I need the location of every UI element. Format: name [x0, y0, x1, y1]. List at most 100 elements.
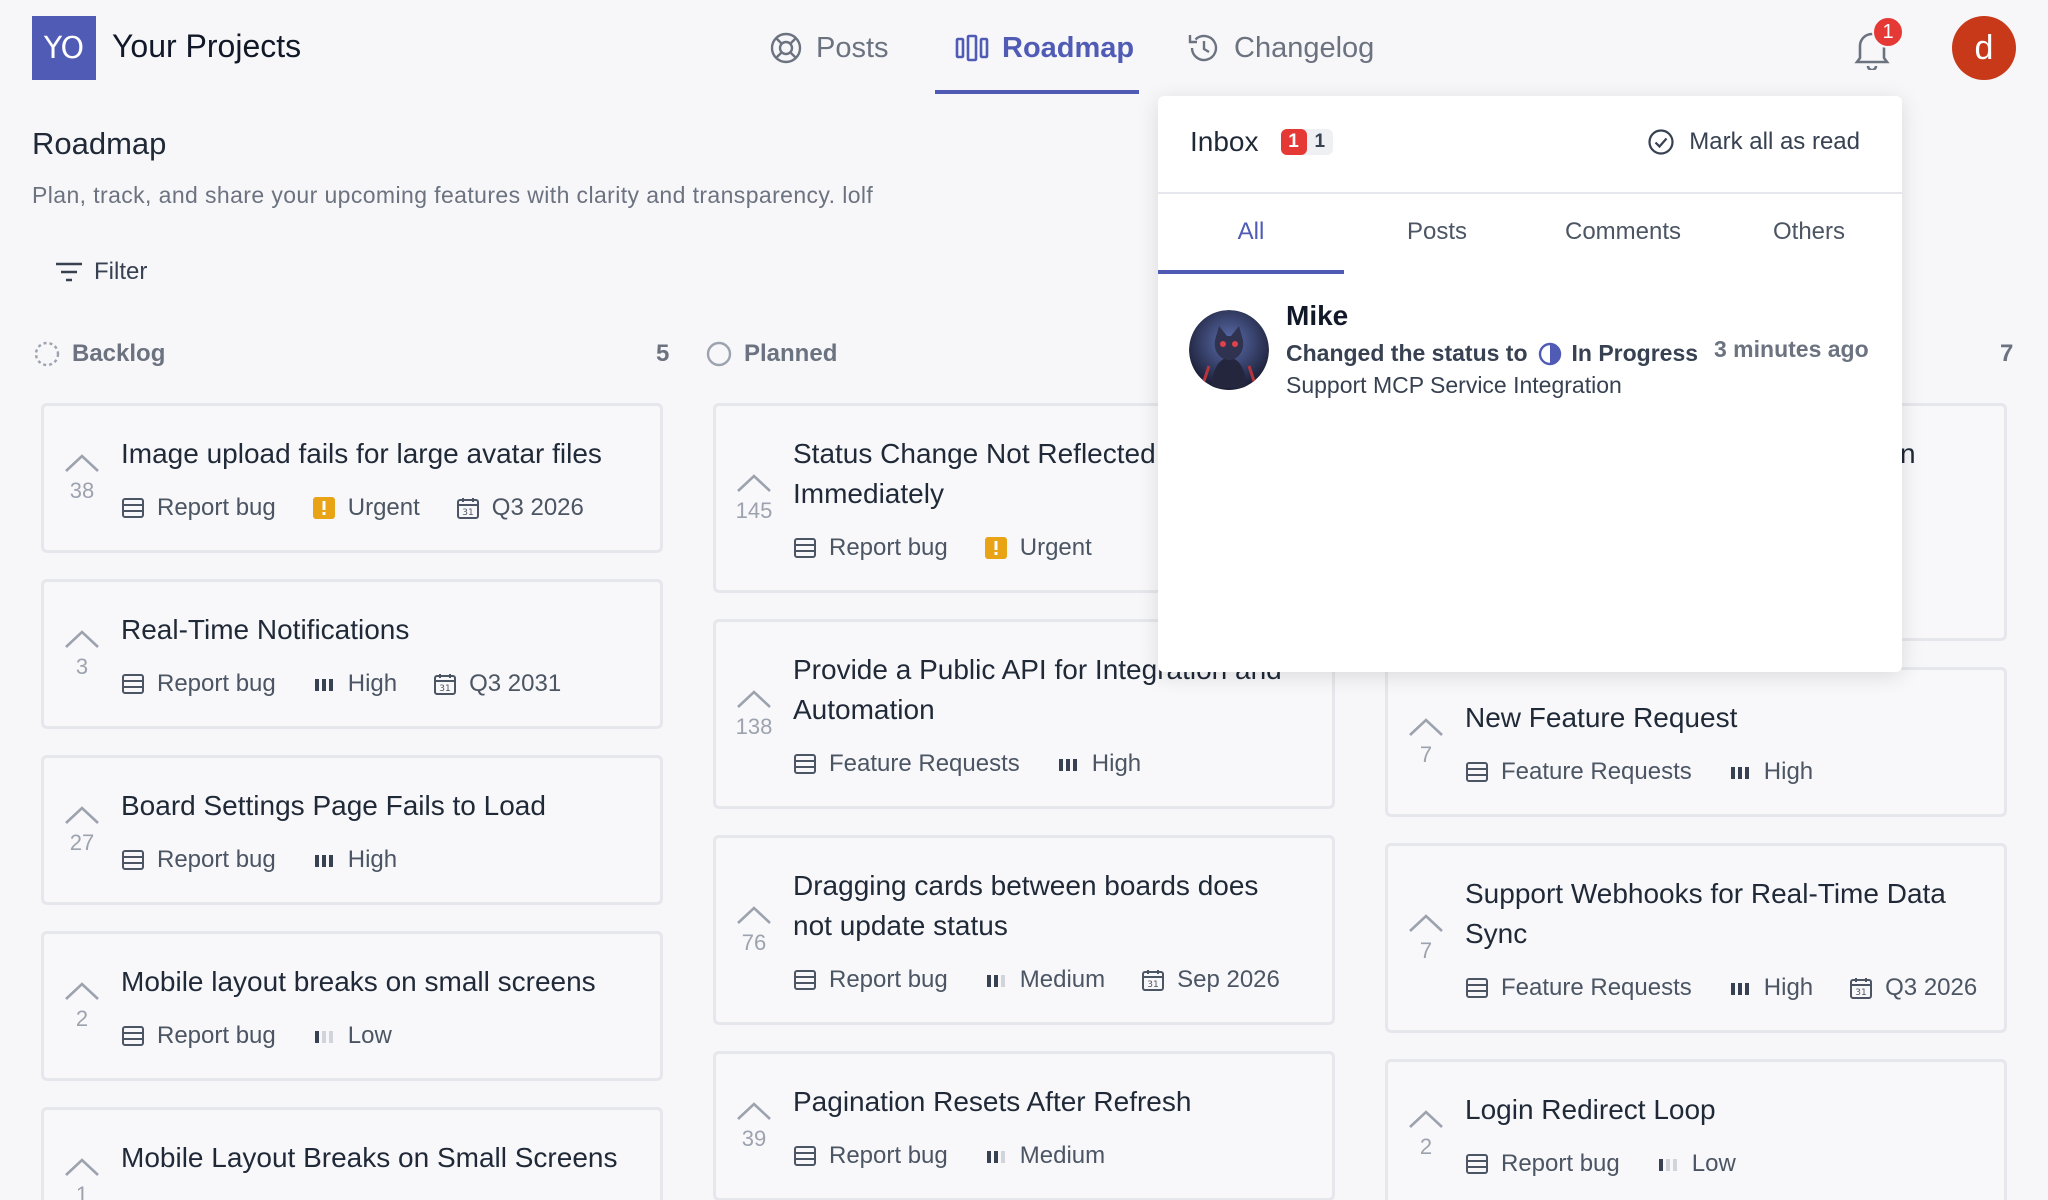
page-title: Roadmap — [32, 126, 167, 161]
board-icon — [122, 498, 144, 518]
board-icon — [122, 1026, 144, 1046]
roadmap-card[interactable]: 2 Mobile layout breaks on small screens … — [41, 931, 663, 1081]
card-priority: High — [1728, 974, 1813, 1002]
card-title: Real-Time Notifications — [121, 614, 410, 645]
roadmap-card[interactable]: 27 Board Settings Page Fails to Load Rep… — [41, 755, 663, 905]
upvote-button[interactable]: 1 — [62, 1156, 102, 1200]
card-priority: High — [1056, 750, 1141, 778]
upvote-button[interactable]: 2 — [62, 980, 102, 1032]
roadmap-card[interactable]: 76 Dragging cards between boards does no… — [713, 835, 1335, 1025]
card-category: Report bug — [121, 670, 276, 698]
inbox-tab-comments[interactable]: Comments — [1530, 218, 1716, 246]
check-circle-icon — [1648, 129, 1674, 155]
vote-count: 1 — [75, 1182, 89, 1200]
vote-count: 39 — [741, 1126, 767, 1151]
chevron-up-icon — [737, 690, 771, 708]
chevron-up-icon — [65, 454, 99, 472]
upvote-button[interactable]: 76 — [734, 904, 774, 956]
column-header-planned: Planned — [706, 338, 837, 370]
column-header-backlog: Backlog — [34, 338, 165, 370]
chevron-up-icon — [65, 1158, 99, 1176]
roadmap-card[interactable]: 7 New Feature Request Feature Requests H… — [1385, 667, 2007, 817]
notification-avatar[interactable] — [1189, 310, 1269, 390]
dashed-circle-icon — [34, 341, 60, 367]
upvote-button[interactable]: 39 — [734, 1100, 774, 1152]
filter-icon — [56, 262, 82, 282]
vote-count: 7 — [1419, 938, 1433, 963]
card-category: Report bug — [793, 966, 948, 994]
upvote-button[interactable]: 7 — [1406, 912, 1446, 964]
card-category: Report bug — [121, 494, 276, 522]
board-icon — [1466, 978, 1488, 998]
card-title: Image upload fails for large avatar file… — [121, 438, 602, 469]
upvote-button[interactable]: 3 — [62, 628, 102, 680]
card-title: Board Settings Page Fails to Load — [121, 790, 546, 821]
inbox-title: Inbox — [1190, 126, 1259, 157]
upvote-button[interactable]: 2 — [1406, 1108, 1446, 1160]
upvote-button[interactable]: 138 — [734, 688, 774, 740]
roadmap-card[interactable]: 1 Mobile Layout Breaks on Small Screens — [41, 1107, 663, 1200]
notification-target[interactable]: Support MCP Service Integration — [1286, 372, 1622, 399]
chevron-up-icon — [65, 806, 99, 824]
vote-count: 38 — [69, 478, 95, 503]
nav-label: Changelog — [1234, 31, 1375, 64]
project-name[interactable]: Your Projects — [112, 28, 301, 65]
card-priority: High — [1728, 758, 1813, 786]
priority-high-icon — [314, 855, 333, 867]
card-category: Report bug — [121, 846, 276, 874]
inbox-tab-all[interactable]: All — [1158, 218, 1344, 246]
calendar-icon: 31 — [1850, 978, 1873, 999]
column-title: Planned — [744, 340, 838, 367]
board-icon — [122, 674, 144, 694]
filter-label: Filter — [94, 258, 148, 285]
nav-posts[interactable]: Posts — [768, 0, 889, 96]
roadmap-card[interactable]: 2 Login Redirect Loop Report bug Low — [1385, 1059, 2007, 1200]
roadmap-card[interactable]: 39 Pagination Resets After Refresh Repor… — [713, 1051, 1335, 1200]
chevron-up-icon — [737, 1102, 771, 1120]
board-icon — [794, 754, 816, 774]
project-logo[interactable]: YO — [32, 16, 96, 80]
page-description: Plan, track, and share your upcoming fea… — [32, 182, 874, 208]
total-badge: 1 — [1314, 131, 1326, 152]
board-icon — [1466, 762, 1488, 782]
inbox-panel: Inbox 1 1 Mark all as read All Posts Com… — [1158, 96, 1902, 672]
card-priority: Urgent — [312, 494, 420, 522]
chevron-up-icon — [1409, 718, 1443, 736]
urgent-icon — [984, 537, 1007, 559]
roadmap-card[interactable]: 7 Support Webhooks for Real-Time Data Sy… — [1385, 843, 2007, 1033]
nav-changelog[interactable]: Changelog — [1186, 0, 1374, 96]
upvote-button[interactable]: 27 — [62, 804, 102, 856]
upvote-button[interactable]: 145 — [734, 472, 774, 524]
svg-text:31: 31 — [462, 508, 473, 518]
user-avatar[interactable]: d — [1952, 16, 2016, 80]
column-count: 7 — [2000, 340, 2014, 367]
card-category: Report bug — [793, 1142, 948, 1170]
nav-roadmap[interactable]: Roadmap — [954, 0, 1134, 96]
vote-count: 27 — [69, 830, 95, 855]
card-title: Login Redirect Loop — [1465, 1094, 1716, 1125]
column-title: Backlog — [72, 340, 166, 367]
chevron-up-icon — [65, 630, 99, 648]
card-title: Mobile layout breaks on small screens — [121, 966, 596, 997]
card-priority: Medium — [984, 966, 1105, 994]
tab-active-indicator — [1158, 270, 1344, 274]
svg-text:31: 31 — [439, 684, 450, 694]
inbox-tab-others[interactable]: Others — [1716, 218, 1902, 246]
upvote-button[interactable]: 7 — [1406, 716, 1446, 768]
filter-button[interactable]: Filter — [54, 258, 147, 286]
vote-count: 2 — [1419, 1134, 1433, 1159]
roadmap-card[interactable]: 38 Image upload fails for large avatar f… — [41, 403, 663, 553]
card-title: Pagination Resets After Refresh — [793, 1086, 1192, 1117]
card-title: New Feature Request — [1465, 702, 1738, 733]
nav-active-indicator — [935, 90, 1139, 94]
notification-action: Changed the status to In Progress — [1286, 340, 1699, 366]
inbox-tab-posts[interactable]: Posts — [1344, 218, 1530, 246]
vote-count: 138 — [735, 714, 773, 739]
nav-label: Posts — [816, 31, 889, 64]
card-category: Feature Requests — [1465, 758, 1692, 786]
roadmap-card[interactable]: 3 Real-Time Notifications Report bug Hig… — [41, 579, 663, 729]
chevron-up-icon — [1409, 1110, 1443, 1128]
card-priority: Medium — [984, 1142, 1105, 1170]
upvote-button[interactable]: 38 — [62, 452, 102, 504]
mark-all-read-button[interactable]: Mark all as read — [1647, 128, 1860, 156]
